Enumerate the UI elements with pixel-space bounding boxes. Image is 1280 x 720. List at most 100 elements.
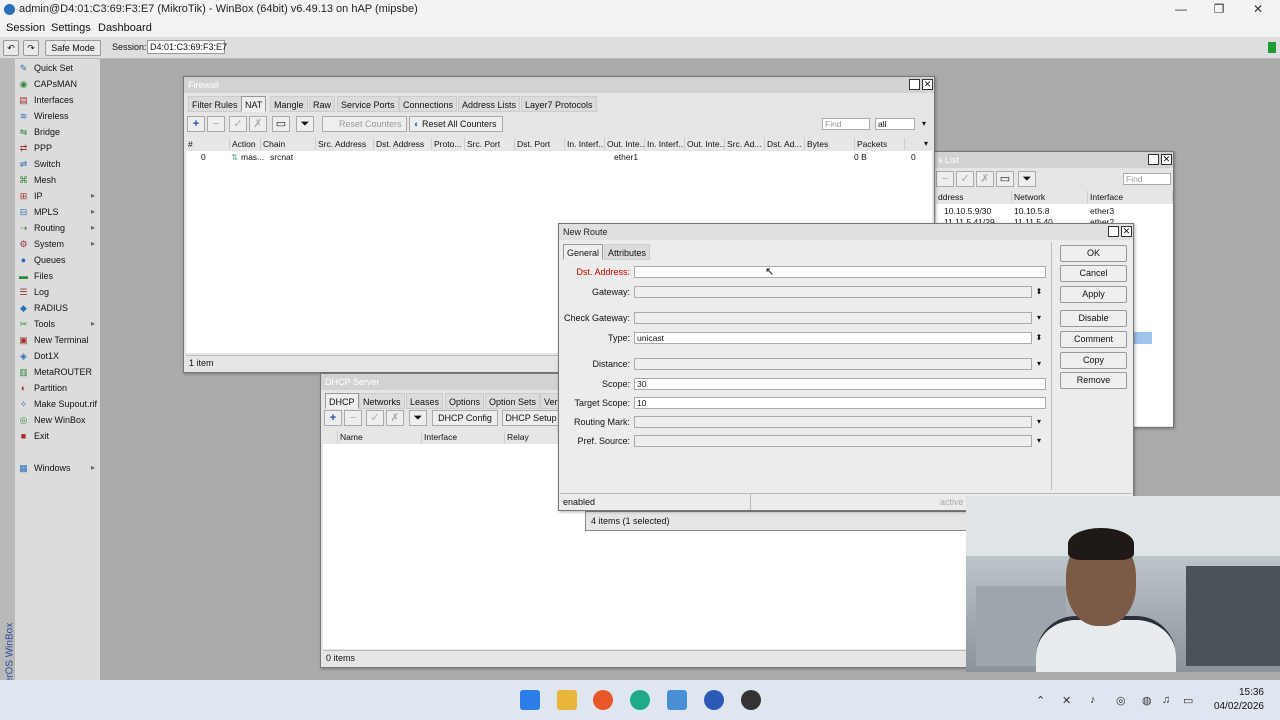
sidebar-item-capsman[interactable]: ◉ CAPsMAN — [17, 76, 99, 92]
col-relay[interactable]: Relay — [505, 431, 560, 443]
winbox-taskbar-icon[interactable] — [667, 690, 687, 710]
tab-networks[interactable]: Networks — [359, 393, 405, 409]
sidebar-item-bridge[interactable]: ⇋ Bridge — [17, 124, 99, 140]
tab-layer7[interactable]: Layer7 Protocols — [521, 96, 597, 112]
sidebar-item-ppp[interactable]: ⇄ PPP — [17, 140, 99, 156]
sidebar-item-windows[interactable]: ▦ Windows ▸ — [17, 460, 99, 476]
col-1[interactable]: Action — [230, 138, 261, 150]
wifi-icon[interactable]: ◍ — [1142, 694, 1152, 707]
dropdown-icon[interactable]: ▾ — [1033, 312, 1045, 324]
col-13[interactable]: Dst. Ad... — [765, 138, 805, 150]
sidebar-item-routing[interactable]: ⇢ Routing ▸ — [17, 220, 99, 236]
edge-icon[interactable] — [630, 690, 650, 710]
close-icon[interactable]: ✕ — [1247, 2, 1269, 16]
col-11[interactable]: Out. Inte... — [685, 138, 725, 150]
routing-mark-field[interactable] — [634, 416, 1032, 428]
mute-icon[interactable]: ✕ — [1062, 694, 1071, 707]
volume-icon[interactable]: ♫ — [1162, 694, 1170, 706]
add-icon[interactable]: + — [187, 116, 205, 132]
add-icon[interactable]: + — [324, 410, 342, 426]
col-interface[interactable]: Interface — [1088, 191, 1173, 203]
sidebar-item-make-supout-rif[interactable]: ✧ Make Supout.rif — [17, 396, 99, 412]
sidebar-item-mesh[interactable]: ⌘ Mesh — [17, 172, 99, 188]
col-8[interactable]: In. Interf... — [565, 138, 605, 150]
sidebar-item-mpls[interactable]: ⊟ MPLS ▸ — [17, 204, 99, 220]
sidebar-item-interfaces[interactable]: ▤ Interfaces — [17, 92, 99, 108]
sidebar-item-new-winbox[interactable]: ◎ New WinBox — [17, 412, 99, 428]
sidebar-item-system[interactable]: ⚙ System ▸ — [17, 236, 99, 252]
firefox-icon[interactable] — [593, 690, 613, 710]
sidebar-item-partition[interactable]: ◐ Partition — [17, 380, 99, 396]
dropdown-icon[interactable]: ▾ — [1033, 416, 1045, 428]
remove-icon[interactable]: − — [207, 116, 225, 132]
enable-icon[interactable]: ✓ — [366, 410, 384, 426]
app-icon[interactable] — [704, 690, 724, 710]
sidebar-item-ip[interactable]: ⊞ IP ▸ — [17, 188, 99, 204]
col-address[interactable]: ddress — [936, 191, 1012, 203]
close-icon[interactable]: ✕ — [1161, 154, 1172, 165]
nat-row-num[interactable]: 0 — [201, 152, 206, 162]
check-gateway-field[interactable] — [634, 312, 1032, 324]
disable-icon[interactable]: ✗ — [386, 410, 404, 426]
sidebar-item-files[interactable]: ▬ Files — [17, 268, 99, 284]
sidebar-item-new-terminal[interactable]: ▣ New Terminal — [17, 332, 99, 348]
col-5[interactable]: Proto... — [432, 138, 465, 150]
minimize-icon[interactable]: — — [1170, 2, 1192, 16]
find-input[interactable]: Find — [822, 118, 870, 130]
comment-button[interactable]: Comment — [1060, 331, 1127, 348]
col-2[interactable]: Chain — [261, 138, 316, 150]
clock-date[interactable]: 04/02/2026 — [1208, 701, 1264, 712]
tab-raw[interactable]: Raw — [309, 96, 336, 112]
tab-option-sets[interactable]: Option Sets — [485, 393, 541, 409]
sidebar-item-metarouter[interactable]: ▥ MetaROUTER — [17, 364, 99, 380]
expand-icon[interactable]: ⬍ — [1033, 332, 1045, 344]
tab-general[interactable]: General — [563, 244, 604, 260]
addr-row-0-address[interactable]: 10.10.5.9/30 — [944, 206, 991, 216]
undo-icon[interactable]: ↶ — [3, 40, 19, 56]
distance-field[interactable] — [634, 358, 1032, 370]
target-scope-field[interactable]: 10 — [634, 397, 1046, 409]
col-10[interactable]: In. Interf... — [645, 138, 685, 150]
file-explorer-icon[interactable] — [557, 690, 577, 710]
maximize-icon[interactable] — [1148, 154, 1159, 165]
tab-attributes[interactable]: Attributes — [604, 244, 651, 260]
filter-icon[interactable]: ⏷ — [1018, 171, 1036, 187]
maximize-icon[interactable] — [1108, 226, 1119, 237]
sidebar-item-wireless[interactable]: ≋ Wireless — [17, 108, 99, 124]
tab-service-ports[interactable]: Service Ports — [337, 96, 399, 112]
tab-leases[interactable]: Leases — [406, 393, 444, 409]
chevron-up-icon[interactable]: ⌃ — [1036, 694, 1045, 707]
sidebar-item-exit[interactable]: ■ Exit — [17, 428, 99, 444]
find-input[interactable]: Find — [1123, 173, 1171, 185]
col-7[interactable]: Dst. Port — [515, 138, 565, 150]
enable-icon[interactable]: ✓ — [956, 171, 974, 187]
sidebar-item-radius[interactable]: ◆ RADIUS — [17, 300, 99, 316]
col-interface[interactable]: Interface — [422, 431, 505, 443]
cancel-button[interactable]: Cancel — [1060, 265, 1127, 282]
filter-select[interactable]: all — [875, 118, 915, 130]
reset-all-counters-button[interactable]: ◐ Reset All Counters — [409, 116, 503, 132]
battery-icon[interactable]: ▭ — [1183, 694, 1193, 707]
sidebar-item-dot1x[interactable]: ◈ Dot1X — [17, 348, 99, 364]
filter-icon[interactable]: ⏷ — [296, 116, 314, 132]
sidebar-item-queues[interactable]: ● Queues — [17, 252, 99, 268]
sidebar-item-tools[interactable]: ✂ Tools ▸ — [17, 316, 99, 332]
scope-field[interactable]: 30 — [634, 378, 1046, 390]
comment-icon[interactable]: ▭ — [272, 116, 290, 132]
tab-options[interactable]: Options — [445, 393, 485, 409]
enable-icon[interactable]: ✓ — [229, 116, 247, 132]
tab-dhcp[interactable]: DHCP — [325, 393, 359, 409]
col-network[interactable]: Network — [1012, 191, 1088, 203]
col-3[interactable]: Src. Address — [316, 138, 374, 150]
start-icon[interactable] — [520, 690, 540, 710]
col-9[interactable]: Out. Inte... — [605, 138, 645, 150]
disable-icon[interactable]: ✗ — [249, 116, 267, 132]
dropdown-icon[interactable]: ▾ — [918, 118, 930, 130]
ok-button[interactable]: OK — [1060, 245, 1127, 262]
tab-nat[interactable]: NAT — [241, 96, 267, 112]
menu-dashboard[interactable]: Dashboard — [98, 22, 152, 34]
expand-icon[interactable]: ⬍ — [1033, 286, 1045, 298]
tab-mangle[interactable]: Mangle — [270, 96, 308, 112]
apply-button[interactable]: Apply — [1060, 286, 1127, 303]
maximize-icon[interactable]: ❐ — [1208, 2, 1230, 16]
